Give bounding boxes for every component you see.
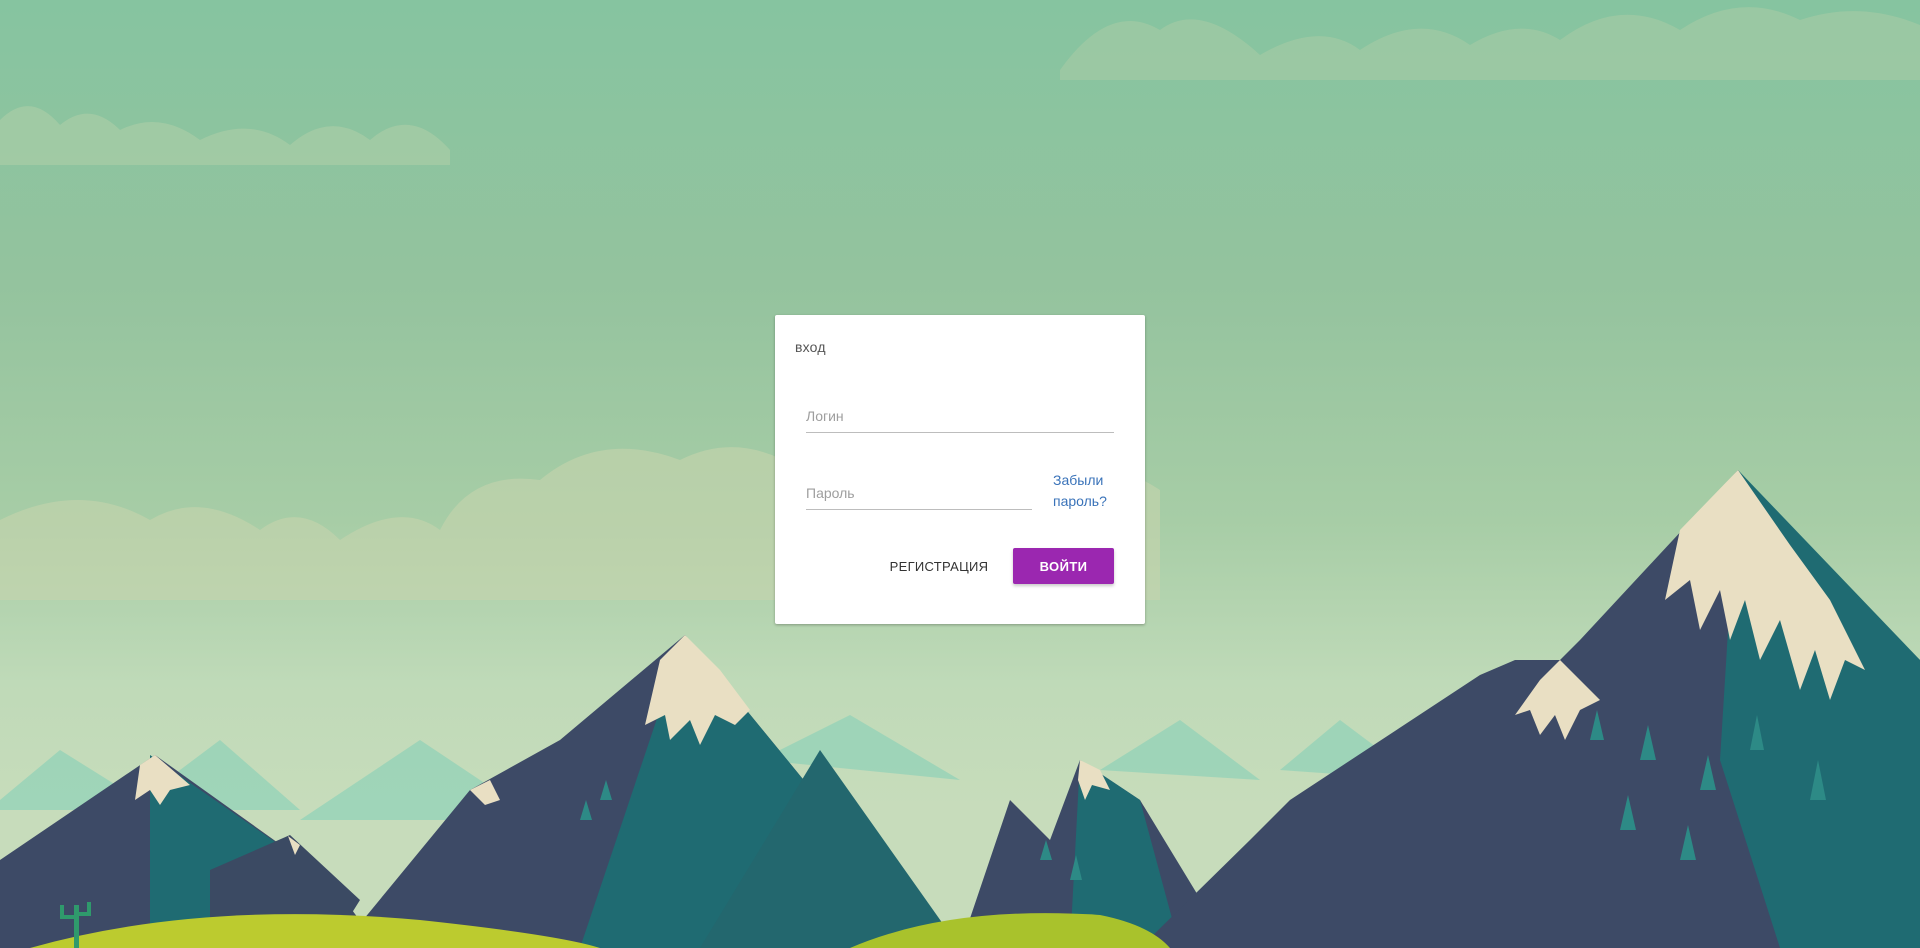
login-button[interactable]: ВОЙТИ: [1013, 548, 1114, 584]
register-button[interactable]: РЕГИСТРАЦИЯ: [879, 548, 999, 584]
password-input[interactable]: [806, 485, 1032, 510]
login-card-title: вход: [795, 339, 826, 355]
forgot-password-line1: Забыли: [1053, 472, 1104, 488]
login-input[interactable]: [806, 408, 1114, 433]
login-card: вход Забыли пароль? РЕГИСТРАЦИЯ ВОЙТИ: [775, 315, 1145, 624]
forgot-password-line2: пароль?: [1053, 493, 1107, 509]
login-field: [806, 408, 1114, 433]
password-field: [806, 485, 1032, 510]
forgot-password-link[interactable]: Забыли пароль?: [1053, 470, 1133, 512]
